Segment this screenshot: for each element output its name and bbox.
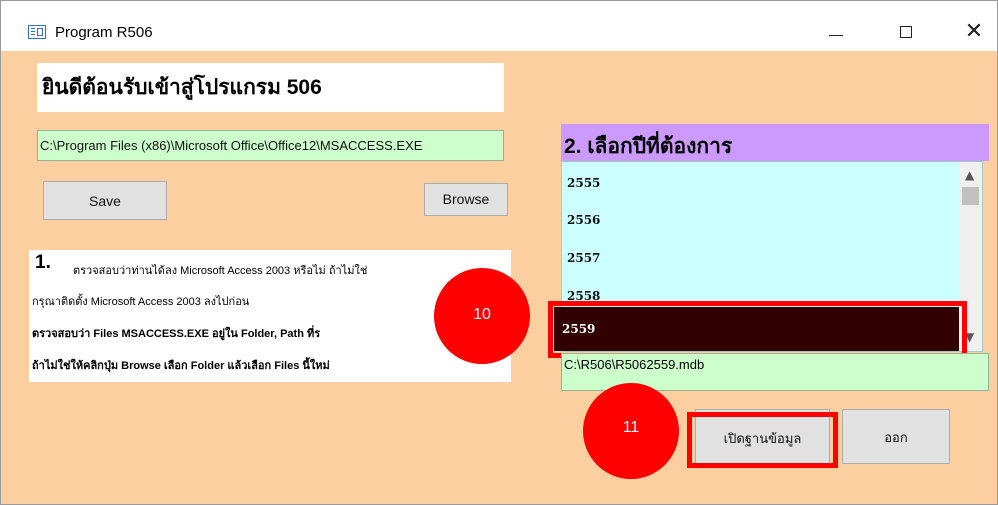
minimize-button[interactable] <box>813 19 859 47</box>
exit-button[interactable]: ออก <box>842 409 950 464</box>
instruction-line-1: ตรวจสอบว่าท่านได้ลง Microsoft Access 200… <box>73 265 368 277</box>
step-number: 1. <box>35 252 51 273</box>
close-button[interactable]: ✕ <box>951 19 997 47</box>
instruction-line-3: ตรวจสอบว่า Files MSACCESS.EXE อยู่ใน Fol… <box>32 328 321 340</box>
title-bar: Program R506 ✕ <box>1 1 997 51</box>
selection-highlight-box <box>548 301 967 358</box>
scroll-thumb[interactable] <box>962 187 979 205</box>
year-item-2557[interactable]: 2557 <box>567 251 600 265</box>
close-icon: ✕ <box>964 19 984 44</box>
open-button-highlight-box <box>687 412 838 468</box>
save-button[interactable]: Save <box>43 181 167 220</box>
step-marker-10: 10 <box>434 268 530 364</box>
scroll-up-icon[interactable]: ▲ <box>965 168 974 182</box>
year-item-2555[interactable]: 2555 <box>567 176 600 190</box>
instruction-line-2: กรุณาติดตั้ง Microsoft Access 2003 ลงไปก… <box>32 296 250 308</box>
step-marker-11: 11 <box>583 383 679 479</box>
maximize-button[interactable] <box>883 19 929 47</box>
year-select-header: 2. เลือกปีที่ต้องการ <box>561 124 989 161</box>
access-form-icon <box>28 25 46 39</box>
year-item-2556[interactable]: 2556 <box>567 213 600 227</box>
instruction-line-4: ถ้าไม่ใช่ให้คลิกปุ่ม Browse เลือก Folder… <box>32 360 330 372</box>
access-path-field[interactable]: C:\Program Files (x86)\Microsoft Office\… <box>37 130 504 161</box>
welcome-banner: ยินดีต้อนรับเข้าสู่โปรแกรม 506 <box>37 63 504 112</box>
window-title: Program R506 <box>55 24 153 41</box>
browse-button[interactable]: Browse <box>424 183 508 216</box>
main-window: Program R506 ✕ ยินดีต้อนรับเข้าสู่โปรแกร… <box>0 0 998 505</box>
